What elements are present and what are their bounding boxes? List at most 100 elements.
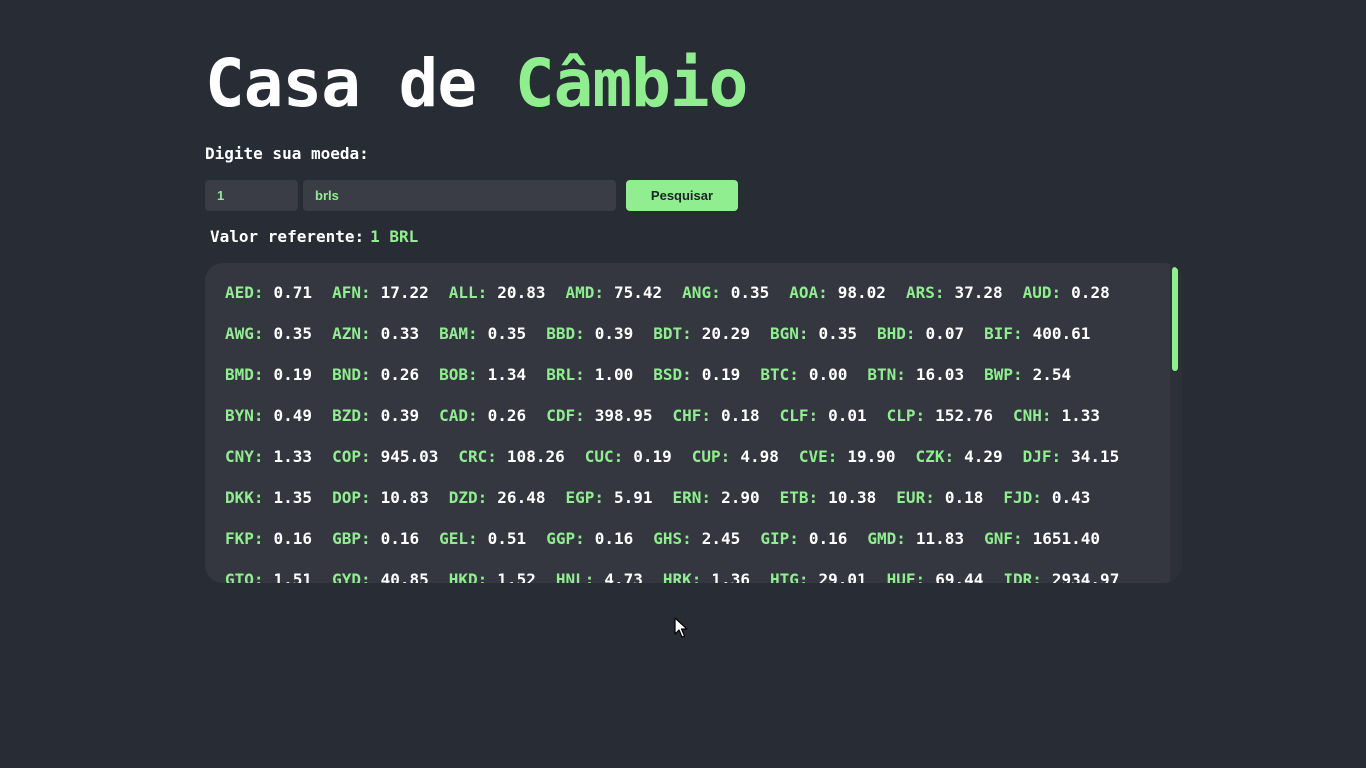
rate-value: 0.18 bbox=[944, 488, 984, 507]
rate-value: 75.42 bbox=[614, 283, 663, 302]
rate-code: BGN: bbox=[769, 324, 809, 343]
rate-item: AZN: 0.33 bbox=[332, 324, 419, 344]
rate-code: AWG: bbox=[225, 324, 264, 343]
rate-value: 26.48 bbox=[497, 488, 546, 507]
rate-item: BYN: 0.49 bbox=[225, 406, 312, 426]
rate-code: CUP: bbox=[691, 447, 731, 466]
search-button[interactable]: Pesquisar bbox=[626, 180, 738, 211]
rate-value: 1.36 bbox=[711, 570, 750, 583]
rate-code: GEL: bbox=[439, 529, 478, 548]
rate-code: ARS: bbox=[905, 283, 945, 302]
rate-item: CUP: 4.98 bbox=[692, 447, 779, 467]
rate-value: 0.16 bbox=[808, 529, 848, 548]
rate-value: 11.83 bbox=[915, 529, 965, 548]
rate-value: 0.07 bbox=[925, 324, 965, 343]
rate-value: 10.38 bbox=[828, 488, 877, 507]
rate-code: CRC: bbox=[458, 447, 497, 466]
rate-item: HKD: 1.52 bbox=[449, 570, 536, 583]
rate-value: 1.33 bbox=[1061, 406, 1101, 425]
rate-value: 0.39 bbox=[380, 406, 420, 425]
rate-item: CZK: 4.29 bbox=[916, 447, 1003, 467]
rate-item: HRK: 1.36 bbox=[663, 570, 750, 583]
rate-code: HKD: bbox=[448, 570, 488, 583]
rate-code: AFN: bbox=[332, 283, 371, 302]
rate-code: GNF: bbox=[984, 529, 1023, 548]
rate-value: 10.83 bbox=[380, 488, 429, 507]
rate-item: BSD: 0.19 bbox=[653, 365, 740, 385]
rate-value: 0.19 bbox=[633, 447, 672, 466]
rate-value: 1.51 bbox=[273, 570, 313, 583]
rate-code: IDR: bbox=[1003, 570, 1042, 583]
rate-item: CRC: 108.26 bbox=[458, 447, 564, 467]
rate-value: 0.19 bbox=[701, 365, 741, 384]
amount-input[interactable] bbox=[205, 180, 298, 211]
rate-value: 0.18 bbox=[721, 406, 760, 425]
rate-code: GYD: bbox=[332, 570, 371, 583]
rate-code: BMD: bbox=[225, 365, 264, 384]
rate-item: BOB: 1.34 bbox=[439, 365, 526, 385]
rate-value: 1.33 bbox=[273, 447, 313, 466]
rate-value: 0.35 bbox=[730, 283, 770, 302]
rate-item: DJF: 34.15 bbox=[1023, 447, 1120, 467]
rate-item: GTQ: 1.51 bbox=[225, 570, 312, 583]
rate-value: 2934.97 bbox=[1051, 570, 1120, 583]
rate-code: ETB: bbox=[779, 488, 819, 507]
rate-code: BOB: bbox=[439, 365, 478, 384]
rate-item: BZD: 0.39 bbox=[332, 406, 419, 426]
rate-code: DKK: bbox=[225, 488, 264, 507]
rate-code: BDT: bbox=[653, 324, 692, 343]
rate-code: DOP: bbox=[332, 488, 371, 507]
rate-code: FKP: bbox=[225, 529, 264, 548]
rate-code: CDF: bbox=[546, 406, 585, 425]
rate-item: BIF: 400.61 bbox=[984, 324, 1090, 344]
rate-item: CDF: 398.95 bbox=[546, 406, 652, 426]
rate-value: 37.28 bbox=[954, 283, 1003, 302]
rate-item: AWG: 0.35 bbox=[225, 324, 312, 344]
rate-value: 1.52 bbox=[497, 570, 536, 583]
currency-input[interactable] bbox=[303, 180, 616, 211]
mouse-pointer-icon bbox=[674, 617, 688, 638]
rate-value: 0.71 bbox=[273, 283, 313, 302]
rate-value: 4.29 bbox=[964, 447, 1003, 466]
rate-value: 69.44 bbox=[935, 570, 984, 583]
rate-value: 2.45 bbox=[701, 529, 741, 548]
rates-list: AED: 0.71 AFN: 17.22 ALL: 20.83 AMD: 75.42 ANG: 0… bbox=[225, 283, 1155, 583]
rate-value: 0.19 bbox=[273, 365, 313, 384]
rate-value: 2.90 bbox=[721, 488, 760, 507]
rate-item: COP: 945.03 bbox=[332, 447, 438, 467]
rate-item: BRL: 1.00 bbox=[546, 365, 633, 385]
rate-item: GMD: 11.83 bbox=[867, 529, 964, 549]
rate-item: BMD: 0.19 bbox=[225, 365, 312, 385]
rate-item: BTC: 0.00 bbox=[760, 365, 847, 385]
scrollbar-thumb[interactable] bbox=[1172, 267, 1178, 371]
rate-value: 16.03 bbox=[915, 365, 965, 384]
rate-code: ERN: bbox=[672, 488, 712, 507]
rate-value: 20.29 bbox=[701, 324, 750, 343]
rate-value: 152.76 bbox=[935, 406, 993, 425]
rate-code: CUC: bbox=[584, 447, 624, 466]
rate-code: AZN: bbox=[332, 324, 371, 343]
rate-code: GBP: bbox=[332, 529, 371, 548]
rate-code: ALL: bbox=[448, 283, 488, 302]
rate-value: 0.49 bbox=[273, 406, 313, 425]
rate-value: 0.26 bbox=[380, 365, 420, 384]
title-accent-text: Câmbio bbox=[514, 45, 748, 122]
rate-value: 0.16 bbox=[273, 529, 313, 548]
rate-item: CNY: 1.33 bbox=[225, 447, 312, 467]
rate-item: GIP: 0.16 bbox=[760, 529, 847, 549]
rate-value: 0.35 bbox=[818, 324, 858, 343]
rate-item: DZD: 26.48 bbox=[449, 488, 546, 508]
rate-code: BAM: bbox=[439, 324, 478, 343]
rate-code: BZD: bbox=[332, 406, 371, 425]
rate-code: BTC: bbox=[760, 365, 799, 384]
rate-code: DZD: bbox=[448, 488, 488, 507]
rate-item: GEL: 0.51 bbox=[439, 529, 526, 549]
rate-item: CAD: 0.26 bbox=[439, 406, 526, 426]
rate-item: HTG: 29.01 bbox=[770, 570, 867, 583]
rate-code: GHS: bbox=[653, 529, 692, 548]
rate-code: EGP: bbox=[565, 488, 604, 507]
rate-value: 0.39 bbox=[594, 324, 634, 343]
rate-code: EUR: bbox=[896, 488, 935, 507]
rate-code: GMD: bbox=[867, 529, 906, 548]
rate-value: 0.51 bbox=[487, 529, 527, 548]
